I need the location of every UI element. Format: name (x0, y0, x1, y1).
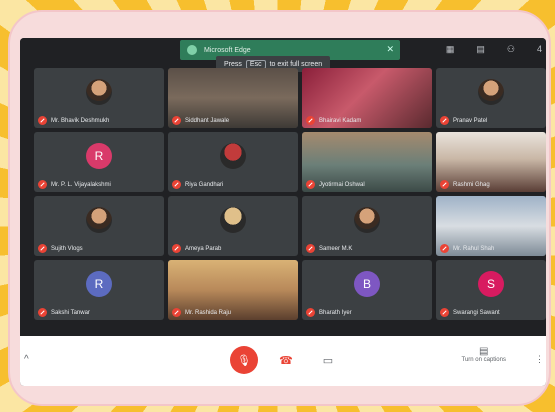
participant-tile[interactable]: R Mr. P. L. Vijayalakshmi (34, 132, 164, 192)
mic-off-icon (172, 116, 181, 125)
participant-name: Mr. Bhavik Deshmukh (51, 117, 110, 124)
participant-name: Sujith Vlogs (51, 245, 83, 252)
participant-tile[interactable]: S Swarangi Sawant (436, 260, 546, 320)
captions-icon: ▤ (479, 346, 489, 357)
participant-tile[interactable]: Sameer M.K (302, 196, 432, 256)
edge-banner-title: Microsoft Edge (204, 46, 251, 54)
participant-tile[interactable]: Siddhant Jawale (168, 68, 298, 128)
participant-name: Mr. P. L. Vijayalakshmi (51, 181, 111, 188)
mic-off-icon (306, 180, 315, 189)
participant-name: Rashmi Ghag (453, 181, 490, 188)
avatar (220, 143, 246, 169)
participant-name: Sameer M.K (319, 245, 353, 252)
mic-off-icon (306, 116, 315, 125)
mic-off-icon (38, 244, 47, 253)
mic-off-icon (306, 244, 315, 253)
mic-off-icon (440, 244, 449, 253)
participant-tile[interactable]: Sujith Vlogs (34, 196, 164, 256)
call-controls: 🎙 ☎ ▭ (230, 346, 342, 374)
mic-off-icon (38, 308, 47, 317)
mic-off-icon (38, 116, 47, 125)
mic-off-icon (440, 180, 449, 189)
participant-count: 4 (536, 44, 542, 54)
participant-tile[interactable]: B Bharath Iyer (302, 260, 432, 320)
present-icon[interactable]: ▭ (314, 346, 342, 374)
participant-name: Pranav Patel (453, 117, 488, 124)
participant-name: Bharath Iyer (319, 309, 352, 316)
mic-off-icon[interactable]: 🎙 (230, 346, 258, 374)
participant-tile[interactable]: Bhairavi Kadam (302, 68, 432, 128)
bottom-controls: ^ 🎙 ☎ ▭ ▤ Turn on captions ⋮ (20, 336, 546, 386)
meet-window: Microsoft Edge ✕ ▦ ▤ ⚇ 4 Press Esc to ex… (20, 38, 546, 386)
close-icon[interactable]: ✕ (386, 44, 394, 55)
mic-off-icon (172, 244, 181, 253)
participant-tile[interactable]: R Sakshi Tanwar (34, 260, 164, 320)
avatar: S (478, 271, 504, 297)
mic-off-icon (440, 308, 449, 317)
participant-tile[interactable]: Pranav Patel (436, 68, 546, 128)
avatar (354, 207, 380, 233)
top-icons: ▦ ▤ ⚇ 4 (446, 44, 542, 55)
captions-label: Turn on captions (461, 357, 506, 363)
mic-off-icon (38, 180, 47, 189)
avatar (478, 79, 504, 105)
avatar: R (86, 271, 112, 297)
mic-off-icon (440, 116, 449, 125)
hang-up-icon[interactable]: ☎ (272, 346, 300, 374)
more-options-icon[interactable]: ⋮ (535, 354, 544, 365)
participant-tile[interactable]: Ameya Parab (168, 196, 298, 256)
participant-tile[interactable]: Mr. Bhavik Deshmukh (34, 68, 164, 128)
participant-tile[interactable]: Riya Gandhari (168, 132, 298, 192)
avatar: B (354, 271, 380, 297)
participant-name: Sakshi Tanwar (51, 309, 90, 316)
chat-icon[interactable]: ▤ (476, 44, 485, 55)
mic-off-icon (172, 180, 181, 189)
participant-name: Riya Gandhari (185, 181, 224, 188)
participant-tile[interactable]: Rashmi Ghag (436, 132, 546, 192)
participant-name: Siddhant Jawale (185, 117, 230, 124)
chevron-up-icon[interactable]: ^ (24, 354, 29, 365)
participant-tile[interactable]: Mr. Rahul Shah (436, 196, 546, 256)
grid-icon[interactable]: ▦ (446, 44, 455, 55)
avatar (86, 79, 112, 105)
participant-grid: Mr. Bhavik Deshmukh Siddhant Jawale Bhai… (20, 66, 546, 336)
participant-tile[interactable]: Mr. Rashida Raju (168, 260, 298, 320)
participant-tile[interactable]: Jyotirmai Oshwal (302, 132, 432, 192)
mic-off-icon (306, 308, 315, 317)
captions-button[interactable]: ▤ Turn on captions (462, 346, 506, 363)
participant-name: Swarangi Sawant (453, 309, 500, 316)
participant-name: Mr. Rahul Shah (453, 245, 495, 252)
participant-name: Mr. Rashida Raju (185, 309, 232, 316)
avatar: R (86, 143, 112, 169)
edge-icon (187, 45, 197, 55)
avatar (86, 207, 112, 233)
mic-off-icon (172, 308, 181, 317)
people-icon[interactable]: ⚇ (507, 44, 515, 55)
photo-frame: Microsoft Edge ✕ ▦ ▤ ⚇ 4 Press Esc to ex… (8, 10, 551, 406)
participant-name: Jyotirmai Oshwal (319, 181, 365, 188)
participant-name: Bhairavi Kadam (319, 117, 362, 124)
participant-name: Ameya Parab (185, 245, 222, 252)
avatar (220, 207, 246, 233)
